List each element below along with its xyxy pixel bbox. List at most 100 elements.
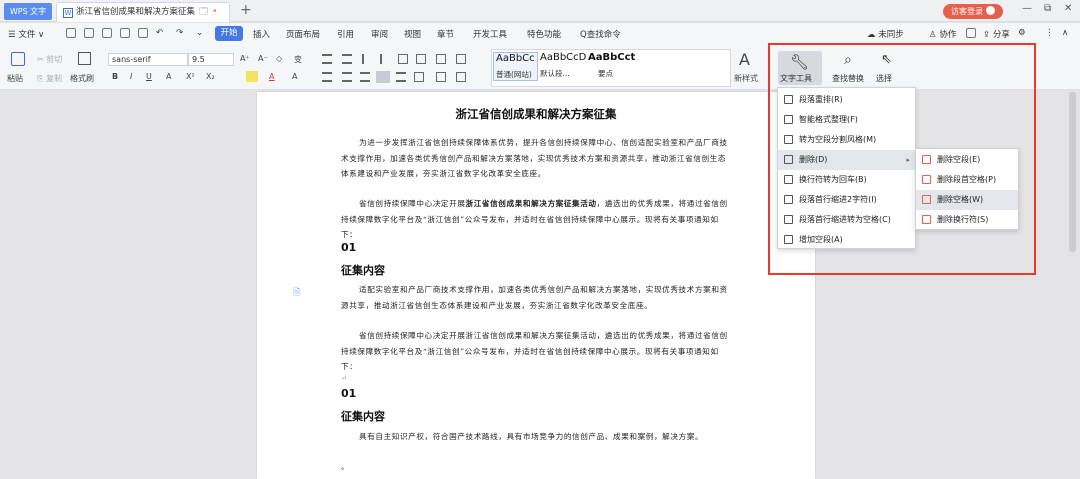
tab-features[interactable]: 特色功能 <box>527 28 561 40</box>
pinyin-button[interactable]: 变 <box>294 54 302 65</box>
superscript-button[interactable]: X² <box>186 72 195 81</box>
align-left-icon[interactable] <box>322 72 332 82</box>
paragraph-spacing-icon[interactable] <box>414 72 424 82</box>
cut-button[interactable]: ✂ 剪切 <box>37 54 62 65</box>
line-spacing-icon[interactable] <box>436 54 446 64</box>
tab-page-layout[interactable]: 页面布局 <box>286 28 320 40</box>
clear-format-button[interactable]: ◇ <box>276 54 282 63</box>
undo-icon[interactable]: ↶ <box>156 28 163 38</box>
new-tab-button[interactable]: + <box>240 2 252 18</box>
share-button[interactable]: ⇪ 分享 <box>983 28 1010 40</box>
section-title-2: 征集内容 <box>341 410 385 423</box>
shrink-font-button[interactable]: A⁻ <box>258 54 268 63</box>
font-name-select[interactable]: sans-serif <box>108 53 188 66</box>
style-key-point[interactable]: AaBbCct 要点 <box>588 52 635 79</box>
tab-view[interactable]: 视图 <box>404 28 421 40</box>
distributed-icon[interactable] <box>396 72 406 82</box>
save-icon[interactable] <box>102 28 112 38</box>
tab-start[interactable]: 开始 <box>215 26 243 41</box>
empty-paragraph-mark: ↵ <box>341 374 348 382</box>
redo-icon[interactable]: ↷ <box>176 28 183 38</box>
format-painter-button[interactable]: 格式刷 <box>70 73 94 84</box>
shading-icon[interactable] <box>436 72 446 82</box>
paste-button[interactable]: 粘贴 <box>7 73 23 84</box>
print-icon[interactable] <box>138 28 148 38</box>
style-name: 普通(网站) <box>496 70 532 79</box>
vertical-scrollbar[interactable] <box>1069 92 1076 252</box>
new-doc-icon[interactable] <box>66 28 76 38</box>
open-icon[interactable] <box>84 28 94 38</box>
bold-button[interactable]: B <box>112 72 118 81</box>
italic-button[interactable]: I <box>130 72 132 81</box>
activity-name: 浙江省信创成果和解决方案征集活动 <box>465 199 597 208</box>
minimize-button[interactable]: — <box>1022 3 1032 14</box>
style-name: 默认段... <box>540 69 570 78</box>
font-effects-button[interactable]: A <box>166 72 171 81</box>
tab-insert[interactable]: 插入 <box>253 28 270 40</box>
close-button[interactable]: ✕ <box>1064 3 1072 14</box>
sort-icon[interactable] <box>416 54 426 64</box>
unsaved-dot-icon: • <box>212 7 218 17</box>
guest-login-label: 访客登录 <box>951 7 983 16</box>
collab-label: 协作 <box>939 30 957 40</box>
grow-font-button[interactable]: A⁺ <box>240 54 250 63</box>
paragraph-options-icon[interactable]: 🗎 <box>293 285 300 301</box>
export-pdf-icon[interactable] <box>120 28 130 38</box>
document-icon: W <box>63 8 73 18</box>
cloud-icon: ☁ <box>867 30 876 40</box>
style-default-paragraph[interactable]: AaBbCcD 默认段... <box>540 52 586 79</box>
copy-button[interactable]: ⎘ 复制 <box>37 73 62 84</box>
settings-icon[interactable]: ⚙ <box>1018 28 1026 38</box>
chinese-layout-icon[interactable] <box>398 54 408 64</box>
menu-bar: ☰ 文件 ∨ ↶ ↷ ⌄ 开始 插入 页面布局 引用 审阅 视图 章节 开发工具… <box>0 23 1080 45</box>
format-painter-icon[interactable] <box>78 52 91 65</box>
guest-login-button[interactable]: 访客登录 <box>943 4 1003 19</box>
highlight-color-icon[interactable] <box>246 71 258 82</box>
subscript-button[interactable]: X₂ <box>206 72 215 81</box>
bullet-list-icon[interactable] <box>322 54 332 64</box>
paste-icon[interactable] <box>11 52 25 66</box>
more-icon[interactable]: ⋮ <box>1045 28 1054 38</box>
search-command[interactable]: Q查找命令 <box>580 28 621 40</box>
justify-icon[interactable] <box>376 71 390 83</box>
align-center-icon[interactable] <box>342 72 352 82</box>
app-tab[interactable]: WPS 文字 <box>4 3 52 20</box>
paragraph-content-3: 具有自主知识产权，符合国产技术路线，具有市场竞争力的信创产品、成果和案例，解决方… <box>359 432 704 441</box>
document-tab-title: 浙江省信创成果和解决方案征集 <box>76 7 196 17</box>
font-color-icon[interactable]: A <box>269 72 274 81</box>
collab-button[interactable]: ♙ 协作 <box>929 28 956 40</box>
document-page[interactable]: 浙江省信创成果和解决方案征集 为进一步发挥浙江省信创持续保障体系优势，提升各信创… <box>257 92 815 479</box>
annotation-highlight-frame <box>768 43 1036 275</box>
customize-icon[interactable]: ⌄ <box>196 28 203 38</box>
tab-window-icon[interactable]: 🗔 <box>199 7 208 17</box>
new-style-icon[interactable]: A <box>739 50 750 69</box>
restore-button[interactable]: ⧉ <box>1044 3 1051 14</box>
numbered-list-icon[interactable] <box>342 54 352 64</box>
show-marks-icon[interactable] <box>456 54 466 64</box>
file-menu[interactable]: ☰ 文件 ∨ <box>8 28 44 40</box>
align-right-icon[interactable] <box>360 72 370 82</box>
tab-references[interactable]: 引用 <box>337 28 354 40</box>
present-icon[interactable] <box>966 28 976 38</box>
share-label: 分享 <box>992 30 1010 40</box>
tab-review[interactable]: 审阅 <box>371 28 388 40</box>
font-size-select[interactable]: 9.5 <box>188 53 234 66</box>
copy-icon: ⎘ <box>37 74 44 83</box>
underline-button[interactable]: U <box>146 72 152 81</box>
paragraph-content-1: 适配实验室和产品厂商技术支撑作用，加速各类优秀信创产品和解决方案落地，实现优秀技… <box>341 285 728 310</box>
section-title-1: 征集内容 <box>341 264 385 277</box>
collapse-ribbon-icon[interactable]: ∧ <box>1062 28 1068 38</box>
tab-chapter[interactable]: 章节 <box>437 28 454 40</box>
paragraph-end: 。 <box>341 462 350 471</box>
style-preview: AaBbCcD <box>540 52 587 63</box>
document-tab[interactable]: W 浙江省信创成果和解决方案征集 🗔 • <box>56 2 230 22</box>
new-style-button[interactable]: 新样式 <box>734 73 758 84</box>
borders-icon[interactable] <box>456 72 466 82</box>
decrease-indent-icon[interactable] <box>362 54 372 64</box>
sync-status[interactable]: ☁ 未同步 <box>867 28 904 40</box>
tab-developer[interactable]: 开发工具 <box>473 28 507 40</box>
increase-indent-icon[interactable] <box>380 54 390 64</box>
style-normal-web[interactable]: AaBbCc 普通(网站) <box>493 52 538 81</box>
char-shading-icon[interactable]: A <box>292 72 297 81</box>
title-bar: WPS 文字 W 浙江省信创成果和解决方案征集 🗔 • + 访客登录 — ⧉ ✕ <box>0 0 1080 22</box>
